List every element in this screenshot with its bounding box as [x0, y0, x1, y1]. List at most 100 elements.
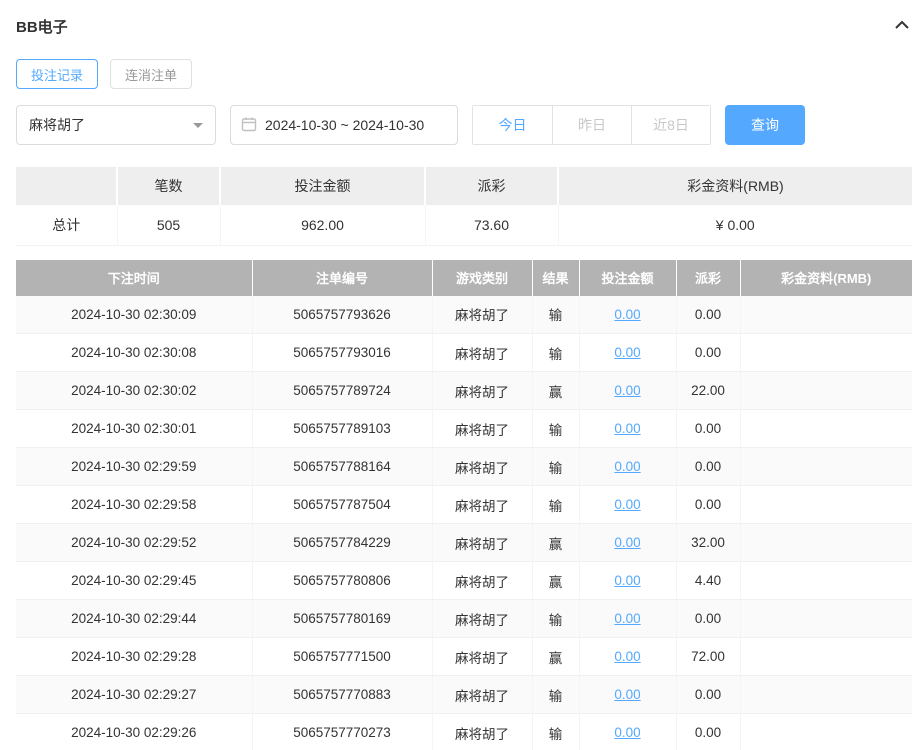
table-row: 2024-10-30 02:29:26 5065757770273 麻将胡了 输…	[16, 713, 912, 750]
cell-bet-time: 2024-10-30 02:30:08	[16, 333, 253, 372]
date-range-value: 2024-10-30 ~ 2024-10-30	[265, 117, 425, 133]
cell-payout: 0.00	[676, 713, 741, 750]
table-row: 2024-10-30 02:29:59 5065757788164 麻将胡了 输…	[16, 447, 912, 486]
cell-order-number: 5065757770883	[252, 675, 433, 714]
cell-bet-amount: 0.00	[579, 333, 677, 372]
calendar-icon	[241, 116, 257, 135]
cell-bonus	[740, 523, 912, 562]
bet-amount-link[interactable]: 0.00	[614, 535, 640, 550]
cell-result: 赢	[532, 637, 580, 676]
cell-bet-time: 2024-10-30 02:29:27	[16, 675, 253, 714]
cell-bet-amount: 0.00	[579, 599, 677, 638]
tab-bet-records[interactable]: 投注记录	[16, 59, 99, 89]
bet-amount-link[interactable]: 0.00	[614, 725, 640, 740]
cell-game-type: 麻将胡了	[432, 561, 533, 600]
cell-game-type: 麻将胡了	[432, 447, 533, 486]
cell-bonus	[740, 409, 912, 448]
cell-game-type: 麻将胡了	[432, 523, 533, 562]
bet-amount-link[interactable]: 0.00	[614, 345, 640, 360]
bet-table-header-row: 下注时间 注单编号 游戏类别 结果 投注金额 派彩 彩金资料(RMB)	[16, 259, 912, 296]
summary-header-row: 笔数 投注金额 派彩 彩金资料(RMB)	[16, 167, 912, 205]
cell-payout: 0.00	[676, 485, 741, 524]
cell-bonus	[740, 675, 912, 714]
cell-result: 输	[532, 599, 580, 638]
bet-amount-link[interactable]: 0.00	[614, 459, 640, 474]
bet-amount-link[interactable]: 0.00	[614, 687, 640, 702]
cell-payout: 0.00	[676, 447, 741, 486]
cell-game-type: 麻将胡了	[432, 371, 533, 410]
game-select[interactable]: 麻将胡了	[16, 105, 216, 145]
summary-total-label: 总计	[16, 205, 118, 246]
date-range-picker[interactable]: 2024-10-30 ~ 2024-10-30	[230, 105, 458, 145]
range-button-last8days[interactable]: 近8日	[631, 106, 710, 144]
quick-range-group: 今日 昨日 近8日	[472, 105, 711, 145]
cell-game-type: 麻将胡了	[432, 713, 533, 750]
cell-game-type: 麻将胡了	[432, 675, 533, 714]
game-select-value: 麻将胡了	[29, 117, 85, 133]
cell-result: 赢	[532, 523, 580, 562]
cell-result: 输	[532, 333, 580, 372]
cell-order-number: 5065757793016	[252, 333, 433, 372]
bet-amount-link[interactable]: 0.00	[614, 573, 640, 588]
bet-amount-link[interactable]: 0.00	[614, 307, 640, 322]
cell-result: 赢	[532, 561, 580, 600]
cell-result: 输	[532, 675, 580, 714]
cell-bet-time: 2024-10-30 02:29:59	[16, 447, 253, 486]
cell-payout: 4.40	[676, 561, 741, 600]
chevron-up-icon	[894, 19, 910, 34]
cell-result: 赢	[532, 371, 580, 410]
filter-bar: 麻将胡了 2024-10-30 ~ 2024-10-30 今日 昨日 近8日 查…	[16, 105, 912, 145]
table-row: 2024-10-30 02:30:02 5065757789724 麻将胡了 赢…	[16, 371, 912, 410]
cell-bonus	[740, 637, 912, 676]
header-bonus: 彩金资料(RMB)	[740, 259, 912, 296]
cell-game-type: 麻将胡了	[432, 599, 533, 638]
cell-payout: 0.00	[676, 599, 741, 638]
bet-amount-link[interactable]: 0.00	[614, 611, 640, 626]
summary-total-count: 505	[117, 205, 221, 246]
panel-header: BB电子	[16, 0, 912, 37]
cell-payout: 0.00	[676, 675, 741, 714]
summary-header-bet: 投注金额	[220, 167, 426, 205]
bet-amount-link[interactable]: 0.00	[614, 421, 640, 436]
cell-order-number: 5065757793626	[252, 295, 433, 334]
cell-bet-amount: 0.00	[579, 637, 677, 676]
header-order-number: 注单编号	[252, 259, 433, 296]
table-row: 2024-10-30 02:30:09 5065757793626 麻将胡了 输…	[16, 295, 912, 334]
cell-bet-time: 2024-10-30 02:30:02	[16, 371, 253, 410]
cell-order-number: 5065757780806	[252, 561, 433, 600]
range-button-yesterday[interactable]: 昨日	[552, 106, 631, 144]
bet-amount-link[interactable]: 0.00	[614, 497, 640, 512]
tab-cascade-orders[interactable]: 连消注单	[110, 59, 193, 89]
cell-game-type: 麻将胡了	[432, 637, 533, 676]
cell-result: 输	[532, 409, 580, 448]
search-button[interactable]: 查询	[725, 105, 805, 145]
table-row: 2024-10-30 02:29:44 5065757780169 麻将胡了 输…	[16, 599, 912, 638]
table-row: 2024-10-30 02:29:27 5065757770883 麻将胡了 输…	[16, 675, 912, 714]
summary-total-row: 总计 505 962.00 73.60 ¥ 0.00	[16, 205, 912, 246]
header-payout: 派彩	[676, 259, 741, 296]
cell-bet-time: 2024-10-30 02:30:09	[16, 295, 253, 334]
cell-order-number: 5065757789724	[252, 371, 433, 410]
header-game-type: 游戏类别	[432, 259, 533, 296]
cell-result: 输	[532, 447, 580, 486]
bet-records-panel: BB电子 投注记录 连消注单 麻将胡了 2024-10-30 ~ 2024-10…	[16, 0, 912, 750]
cell-bet-time: 2024-10-30 02:29:44	[16, 599, 253, 638]
cell-bet-amount: 0.00	[579, 561, 677, 600]
collapse-button[interactable]	[892, 17, 912, 36]
bet-amount-link[interactable]: 0.00	[614, 649, 640, 664]
header-bet-amount: 投注金额	[579, 259, 677, 296]
cell-result: 输	[532, 295, 580, 334]
chevron-down-icon	[193, 122, 203, 128]
summary-table: 笔数 投注金额 派彩 彩金资料(RMB) 总计 505 962.00 73.60…	[16, 167, 912, 246]
cell-bet-amount: 0.00	[579, 447, 677, 486]
range-button-today[interactable]: 今日	[473, 106, 552, 144]
bet-amount-link[interactable]: 0.00	[614, 383, 640, 398]
cell-game-type: 麻将胡了	[432, 295, 533, 334]
cell-order-number: 5065757788164	[252, 447, 433, 486]
record-tabs: 投注记录 连消注单	[16, 59, 912, 89]
cell-bet-time: 2024-10-30 02:29:45	[16, 561, 253, 600]
header-bet-time: 下注时间	[16, 259, 253, 296]
cell-bonus	[740, 599, 912, 638]
cell-bet-time: 2024-10-30 02:29:28	[16, 637, 253, 676]
table-row: 2024-10-30 02:29:58 5065757787504 麻将胡了 输…	[16, 485, 912, 524]
